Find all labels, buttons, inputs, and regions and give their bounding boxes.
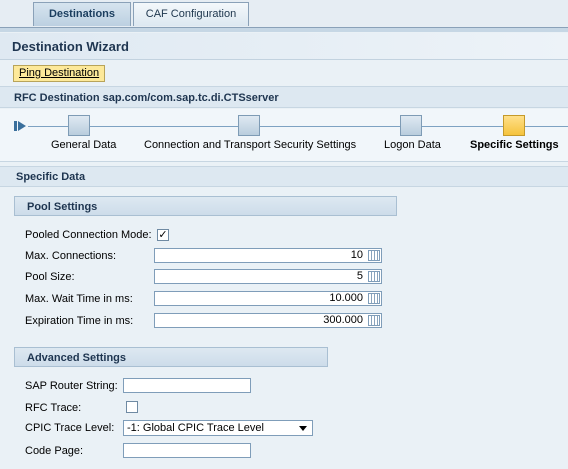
code-page-label: Code Page:	[25, 445, 84, 457]
max-wait-value: 10.000	[329, 292, 363, 304]
code-page-input[interactable]	[123, 443, 251, 458]
router-string-input[interactable]	[123, 378, 251, 393]
roadmap-step-logon-data[interactable]: Logon Data	[384, 139, 441, 151]
value-help-icon[interactable]	[368, 315, 380, 326]
roadmap-step-specific-settings[interactable]: Specific Settings	[470, 139, 559, 151]
ping-destination-button[interactable]: Ping Destination	[13, 65, 106, 82]
wizard-roadmap: General Data Connection and Transport Se…	[0, 109, 568, 162]
max-connections-label: Max. Connections:	[25, 250, 117, 262]
advanced-settings-header: Advanced Settings	[14, 347, 328, 367]
section-specific-data: Specific Data	[0, 166, 568, 187]
value-help-icon[interactable]	[368, 250, 380, 261]
page-title: Destination Wizard	[0, 33, 568, 60]
tab-stripe	[0, 28, 568, 32]
tab-bar: Destinations CAF Configuration	[0, 0, 568, 28]
value-help-icon[interactable]	[368, 293, 380, 304]
cpic-trace-select[interactable]: -1: Global CPIC Trace Level	[123, 420, 313, 436]
rfc-destination-header: RFC Destination sap.com/com.sap.tc.di.CT…	[0, 86, 568, 108]
roadmap-step-connection-icon[interactable]	[238, 115, 260, 136]
cpic-trace-value: -1: Global CPIC Trace Level	[127, 422, 264, 434]
roadmap-step-general-data-icon[interactable]	[68, 115, 90, 136]
roadmap-start-icon	[14, 121, 26, 131]
pooled-mode-label: Pooled Connection Mode:	[25, 229, 152, 241]
max-wait-field[interactable]: 10.000	[154, 291, 382, 306]
max-connections-value: 10	[350, 249, 363, 261]
pool-size-label: Pool Size:	[25, 271, 75, 283]
cpic-trace-label: CPIC Trace Level:	[25, 422, 115, 434]
roadmap-step-specific-settings-icon[interactable]	[503, 115, 525, 136]
router-string-label: SAP Router String:	[25, 380, 118, 392]
tab-destinations[interactable]: Destinations	[33, 2, 131, 26]
expiration-value: 300.000	[323, 314, 363, 326]
rfc-trace-checkbox[interactable]	[126, 401, 138, 413]
roadmap-line	[28, 126, 568, 127]
roadmap-step-logon-data-icon[interactable]	[400, 115, 422, 136]
tab-caf-configuration[interactable]: CAF Configuration	[133, 2, 249, 26]
pool-settings-header: Pool Settings	[14, 196, 397, 216]
roadmap-step-connection[interactable]: Connection and Transport Security Settin…	[144, 139, 356, 151]
max-wait-label: Max. Wait Time in ms:	[25, 293, 133, 305]
pooled-mode-checkbox[interactable]: ✓	[157, 229, 169, 241]
value-help-icon[interactable]	[368, 271, 380, 282]
expiration-field[interactable]: 300.000	[154, 313, 382, 328]
expiration-label: Expiration Time in ms:	[25, 315, 134, 327]
pool-size-field[interactable]: 5	[154, 269, 382, 284]
max-connections-field[interactable]: 10	[154, 248, 382, 263]
rfc-trace-label: RFC Trace:	[25, 402, 82, 414]
chevron-down-icon[interactable]	[299, 426, 307, 431]
pool-size-value: 5	[356, 270, 363, 282]
roadmap-step-general-data[interactable]: General Data	[51, 139, 116, 151]
